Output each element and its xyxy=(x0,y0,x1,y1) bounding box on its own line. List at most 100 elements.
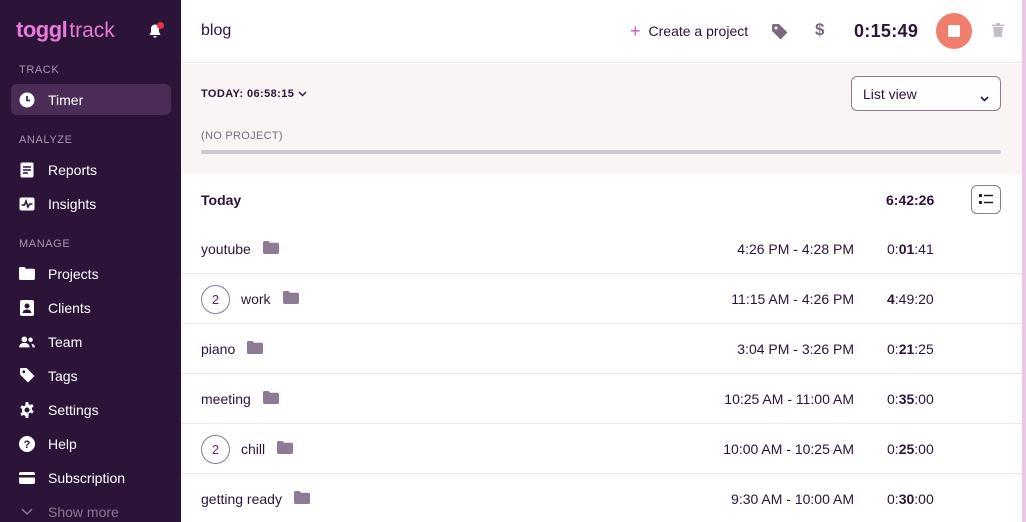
view-mode-value: List view xyxy=(863,85,917,102)
summary-panel: TODAY: 06:58:15 List view (NO PROJECT) xyxy=(181,64,1022,174)
group-count-badge[interactable]: 2 xyxy=(201,435,230,464)
sidebar-item-label: Help xyxy=(48,435,77,452)
folder-icon[interactable] xyxy=(247,341,264,357)
sidebar-item-tags[interactable]: Tags xyxy=(11,360,171,391)
insights-icon xyxy=(19,196,35,212)
project-breakdown-label: (NO PROJECT) xyxy=(201,130,283,142)
entry-duration[interactable]: 0:35:00 xyxy=(887,391,934,407)
duration-suffix: :49:20 xyxy=(894,291,934,307)
notification-dot xyxy=(157,22,164,29)
entry-description-text: chill xyxy=(241,441,266,457)
gear-icon xyxy=(19,401,35,418)
reports-icon xyxy=(19,162,35,178)
view-mode-select[interactable]: List view xyxy=(851,76,1001,111)
sidebar-item-label: Show more xyxy=(48,503,119,520)
time-entry-row[interactable]: piano 3:04 PM - 3:26 PM 0:21:25 xyxy=(181,324,1022,374)
folder-icon[interactable] xyxy=(282,291,299,307)
entry-time-range[interactable]: 4:26 PM - 4:28 PM xyxy=(737,241,854,257)
sidebar-item-label: Reports xyxy=(48,161,98,178)
sidebar-item-projects[interactable]: Projects xyxy=(11,258,171,289)
entry-time-range[interactable]: 10:25 AM - 11:00 AM xyxy=(724,391,854,407)
create-project-button[interactable]: + Create a project xyxy=(630,21,749,41)
entry-time-range[interactable]: 10:00 AM - 10:25 AM xyxy=(723,441,854,457)
entry-duration[interactable]: 0:01:41 xyxy=(887,241,934,257)
entry-description[interactable]: youtube xyxy=(201,241,279,257)
entry-description-text: youtube xyxy=(201,241,251,257)
entry-description[interactable]: chill xyxy=(241,441,294,457)
entry-description[interactable]: meeting xyxy=(201,391,279,407)
sidebar-item-subscription[interactable]: Subscription xyxy=(11,462,171,493)
stop-icon xyxy=(948,25,960,37)
folder-icon[interactable] xyxy=(277,441,294,457)
duration-main: 30 xyxy=(898,491,915,507)
entry-time-range[interactable]: 11:15 AM - 4:26 PM xyxy=(731,291,854,307)
duration-suffix: :00 xyxy=(914,491,934,507)
entry-description-text: work xyxy=(241,291,271,307)
entry-duration[interactable]: 4:49:20 xyxy=(887,291,934,307)
project-bar-fill xyxy=(201,150,1001,154)
time-entry-row[interactable]: getting ready 9:30 AM - 10:00 AM 0:30:00 xyxy=(181,474,1022,522)
section-label-manage: MANAGE xyxy=(19,238,71,250)
logo-brand: toggl xyxy=(16,17,68,42)
duration-main: 01 xyxy=(898,241,915,257)
duration-suffix: :00 xyxy=(914,441,934,457)
today-total-toggle[interactable]: TODAY: 06:58:15 xyxy=(201,88,307,100)
sidebar-item-help[interactable]: ? Help xyxy=(11,428,171,459)
entry-description[interactable]: work xyxy=(241,291,299,307)
sidebar-item-reports[interactable]: Reports xyxy=(11,154,171,185)
duration-main: 25 xyxy=(898,441,915,457)
sidebar-item-timer[interactable]: Timer xyxy=(11,84,171,115)
team-icon xyxy=(19,334,35,350)
time-entry-row[interactable]: 2 work 11:15 AM - 4:26 PM 4:49:20 xyxy=(181,274,1022,324)
entry-time-range[interactable]: 9:30 AM - 10:00 AM xyxy=(731,491,854,507)
list-icon xyxy=(979,194,993,204)
entry-duration[interactable]: 0:25:00 xyxy=(887,441,934,457)
client-icon xyxy=(19,299,35,316)
entry-time-range[interactable]: 3:04 PM - 3:26 PM xyxy=(737,341,854,357)
group-count-badge[interactable]: 2 xyxy=(201,285,230,314)
running-timer: 0:15:49 xyxy=(854,21,919,41)
plus-icon: + xyxy=(630,21,641,41)
time-entry-row[interactable]: 2 chill 10:00 AM - 10:25 AM 0:25:00 xyxy=(181,424,1022,474)
sidebar-item-clients[interactable]: Clients xyxy=(11,292,171,323)
stop-timer-button[interactable] xyxy=(936,13,972,49)
time-entry-row[interactable]: youtube 4:26 PM - 4:28 PM 0:01:41 xyxy=(181,224,1022,274)
entry-description[interactable]: piano xyxy=(201,341,264,357)
duration-prefix: 0: xyxy=(887,241,899,257)
bulk-edit-button[interactable] xyxy=(971,185,1001,214)
entry-description-text: meeting xyxy=(201,391,251,407)
folder-icon[interactable] xyxy=(293,491,310,507)
duration-prefix: 0: xyxy=(887,441,899,457)
create-project-label: Create a project xyxy=(648,23,749,39)
duration-prefix: 0: xyxy=(887,391,899,407)
notifications-bell-icon[interactable] xyxy=(147,22,164,39)
folder-icon[interactable] xyxy=(262,391,279,407)
billable-dollar-icon[interactable]: $ xyxy=(815,20,824,40)
app-logo[interactable]: toggl track xyxy=(16,17,115,45)
chevron-down-icon xyxy=(19,504,35,520)
sidebar-item-team[interactable]: Team xyxy=(11,326,171,357)
running-entry-description[interactable]: blog xyxy=(201,22,231,40)
help-icon: ? xyxy=(19,435,35,452)
svg-text:?: ? xyxy=(24,439,31,451)
section-label-analyze: ANALYZE xyxy=(19,134,73,146)
sidebar-show-more[interactable]: Show more xyxy=(11,496,171,522)
duration-suffix: :00 xyxy=(914,391,934,407)
duration-main: 35 xyxy=(898,391,915,407)
sidebar-item-label: Subscription xyxy=(48,469,126,486)
folder-icon[interactable] xyxy=(262,241,279,257)
duration-suffix: :41 xyxy=(914,241,934,257)
day-label: Today xyxy=(201,192,242,208)
sidebar-item-label: Tags xyxy=(48,367,78,384)
sidebar-item-label: Projects xyxy=(48,265,99,282)
sidebar-item-insights[interactable]: Insights xyxy=(11,188,171,219)
section-label-track: TRACK xyxy=(19,64,60,76)
sidebar-item-settings[interactable]: Settings xyxy=(11,394,171,425)
time-entry-row[interactable]: meeting 10:25 AM - 11:00 AM 0:35:00 xyxy=(181,374,1022,424)
entry-duration[interactable]: 0:21:25 xyxy=(887,341,934,357)
entry-duration[interactable]: 0:30:00 xyxy=(887,491,934,507)
duration-prefix: 0: xyxy=(887,341,899,357)
trash-icon[interactable] xyxy=(992,23,1004,42)
tag-icon[interactable] xyxy=(772,24,788,45)
entry-description[interactable]: getting ready xyxy=(201,491,310,507)
